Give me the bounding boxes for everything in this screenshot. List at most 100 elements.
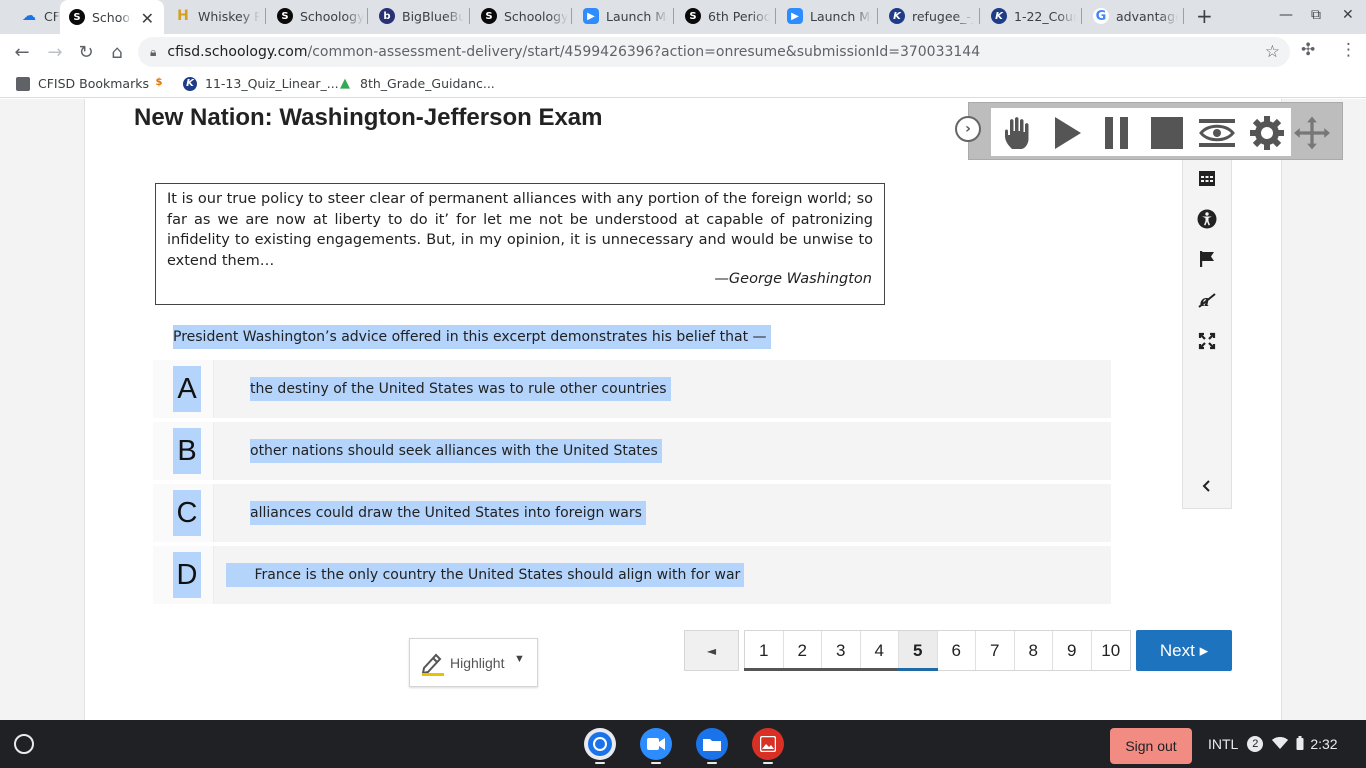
- tab-schoology-active[interactable]: S Schoology ✕: [60, 0, 164, 34]
- google-icon: G: [1093, 8, 1109, 24]
- close-window-icon[interactable]: ✕: [1342, 7, 1354, 23]
- highlight-tool[interactable]: Highlight ▼: [409, 638, 538, 687]
- new-tab-button[interactable]: +: [1196, 4, 1213, 28]
- address-bar[interactable]: 🔒︎ cfisd.schoology.com /common-assessmen…: [138, 37, 1290, 67]
- page-number-3[interactable]: 3: [822, 631, 861, 670]
- notification-count-badge: 2: [1247, 736, 1264, 752]
- tab-separator: [673, 8, 674, 24]
- question-stem: President Washington’s advice offered in…: [173, 325, 771, 349]
- zoom-app-icon[interactable]: [640, 728, 672, 760]
- text-to-speech-toolbar[interactable]: ›: [955, 102, 1343, 160]
- page-number-4[interactable]: 4: [861, 631, 899, 670]
- eliminate-answer-icon[interactable]: a: [1196, 291, 1218, 313]
- tab-label: 6th Period: [708, 8, 770, 24]
- collapse-icon[interactable]: [1196, 477, 1218, 499]
- tab-label: BigBlueButton: [402, 8, 464, 24]
- tab-bigbluebutton[interactable]: b BigBlueButton: [370, 4, 470, 28]
- highlight-label: Highlight: [450, 655, 505, 671]
- current-page-indicator: [898, 668, 938, 671]
- page-number-7[interactable]: 7: [976, 631, 1015, 670]
- url-host: cfisd.schoology.com: [167, 44, 308, 60]
- bookmark-quiz-linear[interactable]: K 11-13_Quiz_Linear_...: [183, 76, 339, 91]
- tab-zoom-launch[interactable]: ▶ Launch Me: [778, 4, 878, 28]
- url-path: /common-assessment-delivery/start/459942…: [307, 44, 981, 60]
- next-button[interactable]: Next ▸: [1136, 630, 1232, 671]
- gallery-app-icon[interactable]: [752, 728, 784, 760]
- page-number-2[interactable]: 2: [784, 631, 822, 670]
- bookmark-cfisd-folder[interactable]: CFISD Bookmarks: [16, 76, 149, 91]
- bookmark-star-icon[interactable]: ☆: [1265, 42, 1280, 62]
- launcher-icon[interactable]: [14, 734, 34, 754]
- page-title: New Nation: Washington-Jefferson Exam: [134, 104, 603, 131]
- calendar-icon[interactable]: [1196, 169, 1218, 191]
- stop-icon[interactable]: [1149, 115, 1185, 151]
- choice-text: the destiny of the United States was to …: [250, 377, 671, 401]
- tab-label: 1-22_Coun: [1014, 8, 1076, 24]
- bookmark-guidance[interactable]: ▲ 8th_Grade_Guidanc...: [338, 76, 495, 91]
- minimize-icon[interactable]: —: [1279, 7, 1293, 23]
- screen-mask-icon[interactable]: [1199, 115, 1235, 151]
- answer-choice-c[interactable]: C alliances could draw the United States…: [153, 484, 1111, 542]
- tool-rail: a: [1182, 159, 1232, 509]
- restore-icon[interactable]: ⧉: [1311, 7, 1321, 23]
- files-app-icon[interactable]: [696, 728, 728, 760]
- move-icon[interactable]: [1294, 115, 1330, 151]
- answer-choice-d[interactable]: D France is the only country the United …: [153, 546, 1111, 604]
- forward-icon[interactable]: →: [42, 39, 68, 65]
- tab-schoology[interactable]: S Schoology: [472, 4, 572, 28]
- tab-label: Schoology: [300, 8, 365, 24]
- bookmark-item[interactable]: $: [152, 76, 174, 90]
- lock-icon: 🔒︎: [150, 44, 157, 59]
- bigbluebutton-icon: b: [379, 8, 395, 24]
- tab-whiskey[interactable]: H Whiskey Re: [166, 4, 266, 28]
- tab-schoology[interactable]: S Schoology: [268, 4, 368, 28]
- click-to-speak-icon[interactable]: [999, 115, 1035, 151]
- flag-icon[interactable]: [1196, 250, 1218, 272]
- running-indicator: [763, 762, 773, 764]
- page-number-9[interactable]: 9: [1053, 631, 1092, 670]
- answer-choice-a[interactable]: A the destiny of the United States was t…: [153, 360, 1111, 418]
- kebab-menu-icon[interactable]: ⋮: [1340, 40, 1357, 60]
- choice-letter-cell: D: [153, 546, 214, 604]
- play-icon[interactable]: [1049, 115, 1085, 151]
- bookmark-icon: $: [155, 77, 163, 88]
- pause-icon[interactable]: [1099, 115, 1135, 151]
- fullscreen-icon[interactable]: [1196, 332, 1218, 354]
- settings-icon[interactable]: [1249, 115, 1285, 151]
- chevron-right-icon[interactable]: ›: [955, 116, 981, 142]
- tab-classlink[interactable]: ☁ CF: [12, 4, 60, 28]
- tab-zoom-launch[interactable]: ▶ Launch Me: [574, 4, 674, 28]
- quote-passage: It is our true policy to steer clear of …: [155, 183, 885, 305]
- tab-refugee[interactable]: K refugee_-_s: [880, 4, 980, 28]
- tab-1-22-coun[interactable]: K 1-22_Coun: [982, 4, 1082, 28]
- tab-separator: [469, 8, 470, 24]
- page-number-5-current[interactable]: 5: [899, 631, 938, 670]
- reload-icon[interactable]: ↻: [73, 39, 99, 65]
- chrome-app-icon[interactable]: [584, 728, 616, 760]
- accessibility-icon[interactable]: [1196, 209, 1218, 231]
- page-content: New Nation: Washington-Jefferson Exam It…: [0, 99, 1366, 720]
- close-tab-icon[interactable]: ✕: [141, 9, 154, 28]
- tab-separator: [265, 8, 266, 24]
- page-number-6[interactable]: 6: [938, 631, 976, 670]
- kami-icon: K: [991, 8, 1007, 24]
- drive-icon: ▲: [340, 75, 350, 91]
- extensions-icon[interactable]: ✣: [1301, 40, 1315, 60]
- quote-text: It is our true policy to steer clear of …: [167, 191, 873, 269]
- answer-choice-b[interactable]: B other nations should seek alliances wi…: [153, 422, 1111, 480]
- sign-out-button[interactable]: Sign out: [1110, 728, 1192, 764]
- status-tray[interactable]: INTL 2 2:32: [1208, 728, 1338, 760]
- dropdown-caret-icon[interactable]: ▼: [514, 653, 525, 665]
- page-number-10[interactable]: 10: [1092, 631, 1131, 670]
- back-icon[interactable]: ←: [9, 39, 35, 65]
- tab-advantage[interactable]: G advantage: [1084, 4, 1184, 28]
- page-number-8[interactable]: 8: [1015, 631, 1053, 670]
- page-number-1[interactable]: 1: [745, 631, 784, 670]
- tab-6th-period[interactable]: S 6th Period: [676, 4, 776, 28]
- browser-tab-strip: ☁ CF S Schoology ✕ H Whiskey Re S School…: [0, 0, 1366, 34]
- tab-label: Schoology: [504, 8, 569, 24]
- input-method-label: INTL: [1208, 736, 1239, 752]
- previous-question-button[interactable]: ◄: [684, 630, 739, 671]
- clock: 2:32: [1310, 736, 1338, 752]
- home-icon[interactable]: ⌂: [104, 39, 130, 65]
